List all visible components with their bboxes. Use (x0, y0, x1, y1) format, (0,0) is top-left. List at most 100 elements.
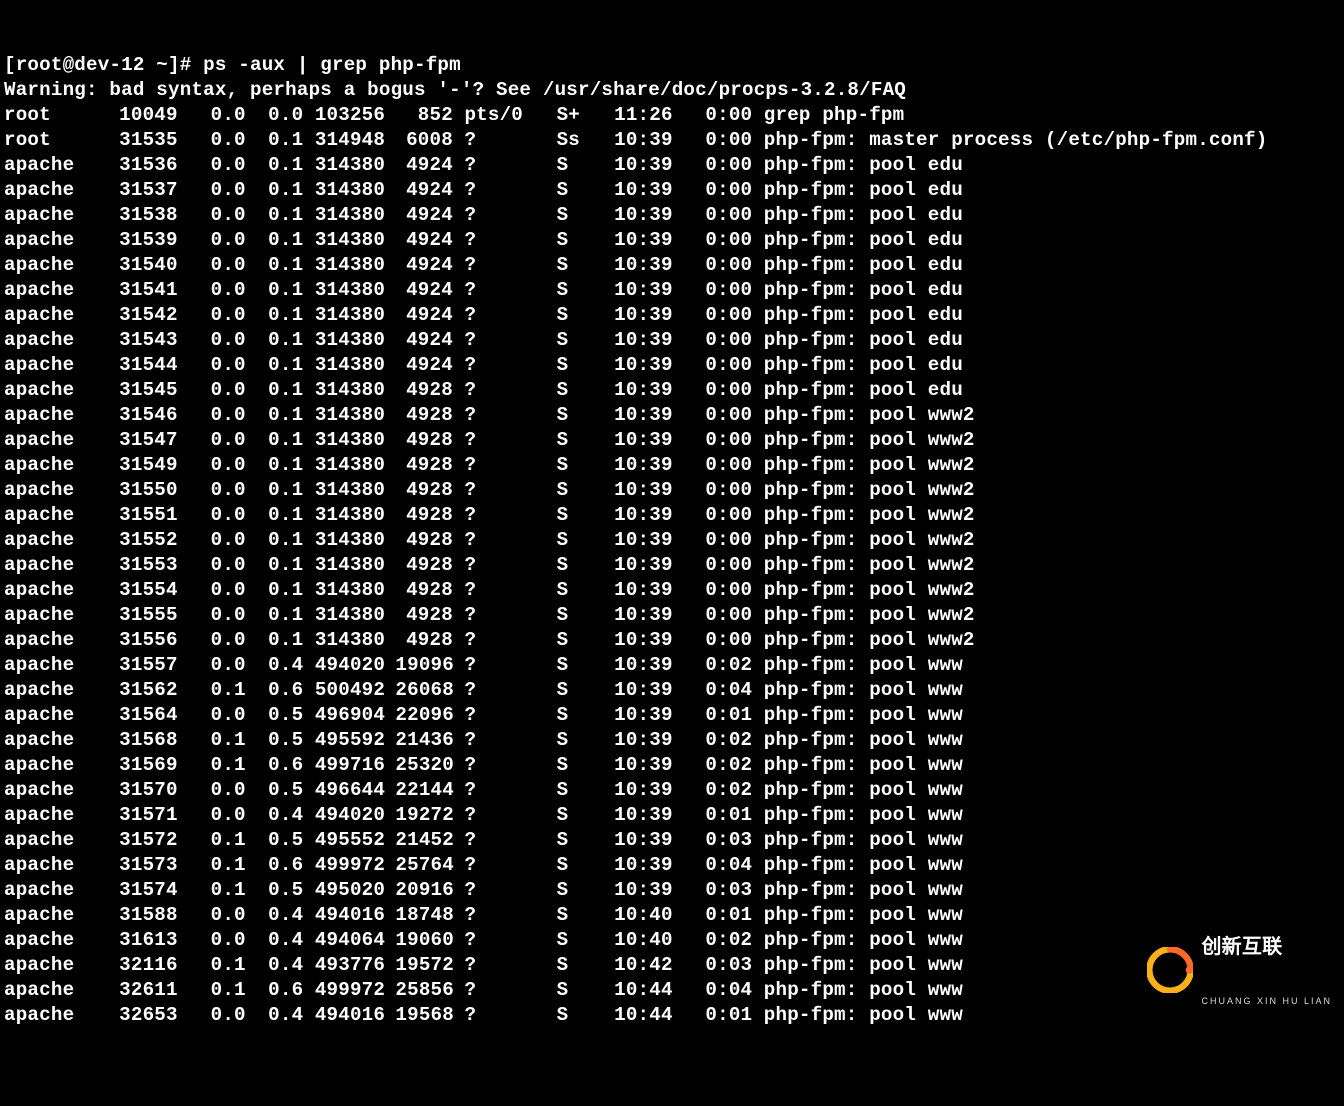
sp (384, 453, 396, 478)
sp (177, 928, 200, 953)
col-tty: ? (464, 228, 556, 253)
col-start: 10:39 (614, 128, 672, 153)
sp (384, 253, 396, 278)
terminal-lines: [root@dev-12 ~]# ps -aux | grep php-fpmW… (4, 53, 1340, 1028)
sp (752, 403, 764, 428)
sp (246, 728, 258, 753)
col-cpu: 0.0 (200, 153, 246, 178)
col-mem: 0.4 (257, 653, 303, 678)
col-stat: S (557, 328, 615, 353)
sp (303, 678, 315, 703)
sp (177, 578, 200, 603)
col-vsz: 314380 (315, 403, 384, 428)
sp (672, 553, 695, 578)
col-cpu: 0.0 (200, 128, 246, 153)
col-time: 0:00 (695, 128, 753, 153)
col-stat: S (557, 553, 615, 578)
col-tty: ? (464, 253, 556, 278)
col-time: 0:03 (695, 828, 753, 853)
col-cmd: php-fpm: pool www (764, 753, 963, 778)
col-vsz: 499716 (315, 753, 384, 778)
sp (177, 153, 200, 178)
col-time: 0:03 (695, 878, 753, 903)
col-rss: 4928 (395, 628, 453, 653)
col-tty: ? (464, 278, 556, 303)
sp (384, 628, 396, 653)
sp (672, 928, 695, 953)
sp (303, 978, 315, 1003)
sp (177, 353, 200, 378)
sp (303, 453, 315, 478)
col-time: 0:00 (695, 553, 753, 578)
col-time: 0:00 (695, 328, 753, 353)
terminal-line: apache 31553 0.0 0.1 314380 4928 ? S 10:… (4, 553, 1340, 578)
col-cpu: 0.0 (200, 328, 246, 353)
sp (752, 878, 764, 903)
sp (246, 103, 258, 128)
terminal-output[interactable]: [root@dev-12 ~]# ps -aux | grep php-fpmW… (0, 0, 1344, 1106)
col-stat: S (557, 778, 615, 803)
col-pid: 31536 (119, 153, 177, 178)
col-mem: 0.5 (257, 878, 303, 903)
col-rss: 4924 (395, 228, 453, 253)
col-stat: S (557, 753, 615, 778)
col-cmd: php-fpm: pool www (764, 953, 963, 978)
sp (672, 103, 695, 128)
col-cpu: 0.0 (200, 603, 246, 628)
sp (453, 653, 465, 678)
sp (303, 378, 315, 403)
terminal-line: [root@dev-12 ~]# ps -aux | grep php-fpm (4, 53, 1340, 78)
sp (303, 303, 315, 328)
col-mem: 0.5 (257, 778, 303, 803)
sp (246, 1003, 258, 1028)
col-start: 10:44 (614, 1003, 672, 1028)
col-cmd: php-fpm: pool edu (764, 228, 963, 253)
sp (177, 628, 200, 653)
terminal-line: apache 31562 0.1 0.6 500492 26068 ? S 10… (4, 678, 1340, 703)
sp (177, 978, 200, 1003)
col-cpu: 0.0 (200, 253, 246, 278)
col-vsz: 314380 (315, 478, 384, 503)
col-pid: 31570 (119, 778, 177, 803)
sp (246, 353, 258, 378)
col-cmd: php-fpm: pool edu (764, 278, 963, 303)
sp (453, 828, 465, 853)
col-tty: ? (464, 403, 556, 428)
col-cmd: php-fpm: pool edu (764, 153, 963, 178)
col-start: 10:39 (614, 853, 672, 878)
col-cpu: 0.0 (200, 803, 246, 828)
sp (246, 878, 258, 903)
col-cpu: 0.0 (200, 1003, 246, 1028)
sp (246, 628, 258, 653)
sp (177, 853, 200, 878)
col-start: 10:39 (614, 403, 672, 428)
col-user: apache (4, 753, 119, 778)
col-cmd: php-fpm: pool www2 (764, 478, 975, 503)
sp (384, 928, 396, 953)
col-pid: 31572 (119, 828, 177, 853)
sp (453, 603, 465, 628)
col-stat: S (557, 228, 615, 253)
sp (246, 578, 258, 603)
col-pid: 31613 (119, 928, 177, 953)
sp (384, 128, 396, 153)
sp (177, 728, 200, 753)
sp (303, 403, 315, 428)
col-start: 10:39 (614, 728, 672, 753)
sp (177, 653, 200, 678)
col-vsz: 314380 (315, 303, 384, 328)
sp (246, 703, 258, 728)
col-cpu: 0.0 (200, 478, 246, 503)
col-vsz: 496904 (315, 703, 384, 728)
col-cmd: php-fpm: pool www (764, 828, 963, 853)
sp (384, 603, 396, 628)
sp (384, 528, 396, 553)
col-cpu: 0.1 (200, 728, 246, 753)
sp (752, 1003, 764, 1028)
col-stat: S (557, 903, 615, 928)
col-rss: 4928 (395, 553, 453, 578)
sp (672, 778, 695, 803)
sp (453, 278, 465, 303)
col-tty: ? (464, 178, 556, 203)
col-vsz: 496644 (315, 778, 384, 803)
